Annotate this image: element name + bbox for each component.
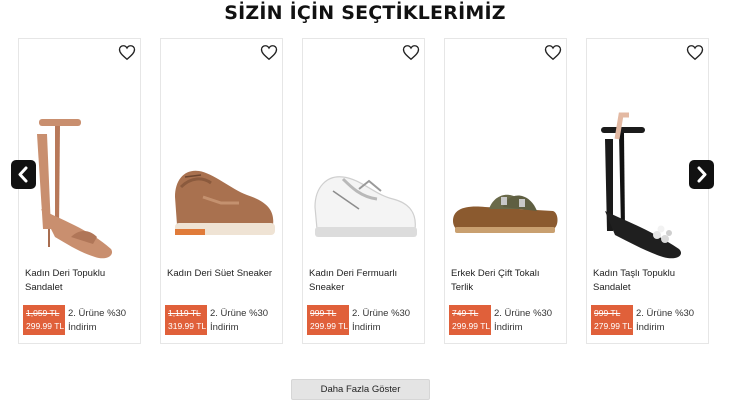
sale-price: 299.99 TL <box>310 321 349 331</box>
load-more-button[interactable]: Daha Fazla Göster <box>291 379 430 400</box>
product-name[interactable]: Kadın Taşlı Topuklu Sandalet <box>593 267 705 295</box>
promo-text: 2. Ürüne %30 İndirim <box>636 308 695 333</box>
price-badge: 749 TL 299.99 TL <box>449 305 491 335</box>
promo-text: 2. Ürüne %30 İndirim <box>352 308 411 333</box>
sale-price: 299.99 TL <box>452 321 491 331</box>
carousel-prev-button[interactable] <box>11 160 36 189</box>
promo-text: 2. Ürüne %30 İndirim <box>494 308 553 333</box>
price-badge: 999 TL 299.99 TL <box>307 305 349 335</box>
heart-outline-icon[interactable] <box>402 44 420 61</box>
product-image-suede-sneaker[interactable] <box>161 79 282 264</box>
old-price: 999 TL <box>310 308 337 318</box>
chevron-right-icon <box>697 166 707 183</box>
product-name[interactable]: Kadın Deri Topuklu Sandalet <box>25 267 137 295</box>
price-badge: 1,059 TL 299.99 TL <box>23 305 65 335</box>
promo-text: 2. Ürüne %30 İndirim <box>210 308 269 333</box>
old-price: 749 TL <box>452 308 479 318</box>
product-card[interactable]: Kadın Taşlı Topuklu Sandalet 999 TL 279.… <box>586 38 709 344</box>
sale-price: 279.99 TL <box>594 321 633 331</box>
old-price: 1,059 TL <box>26 308 60 318</box>
product-card[interactable]: Kadın Deri Fermuarlı Sneaker 999 TL 299.… <box>302 38 425 344</box>
product-image-nude-heeled-sandal[interactable] <box>19 79 140 264</box>
heart-outline-icon[interactable] <box>544 44 562 61</box>
product-card[interactable]: Kadın Deri Topuklu Sandalet 1,059 TL 299… <box>18 38 141 344</box>
old-price: 999 TL <box>594 308 621 318</box>
heart-outline-icon[interactable] <box>686 44 704 61</box>
old-price: 1,119 TL <box>168 308 201 318</box>
product-card[interactable]: Erkek Deri Çift Tokalı Terlik 749 TL 299… <box>444 38 567 344</box>
product-name[interactable]: Kadın Deri Süet Sneaker <box>167 267 279 281</box>
section-title: SİZİN İÇİN SEÇTİKLERİMİZ <box>224 2 506 24</box>
price-badge: 1,119 TL 319.99 TL <box>165 305 207 335</box>
carousel-next-button[interactable] <box>689 160 714 189</box>
chevron-left-icon <box>18 166 28 183</box>
promo-text: 2. Ürüne %30 İndirim <box>68 308 127 333</box>
price-badge: 999 TL 279.99 TL <box>591 305 633 335</box>
heart-outline-icon[interactable] <box>118 44 136 61</box>
product-image-double-buckle-slide[interactable] <box>445 79 566 264</box>
product-name[interactable]: Kadın Deri Fermuarlı Sneaker <box>309 267 421 295</box>
product-name[interactable]: Erkek Deri Çift Tokalı Terlik <box>451 267 563 295</box>
product-image-white-zip-sneaker[interactable] <box>303 79 424 264</box>
sale-price: 319.99 TL <box>168 321 207 331</box>
heart-outline-icon[interactable] <box>260 44 278 61</box>
sale-price: 299.99 TL <box>26 321 65 331</box>
product-carousel: Kadın Deri Topuklu Sandalet 1,059 TL 299… <box>18 38 713 344</box>
product-card[interactable]: Kadın Deri Süet Sneaker 1,119 TL 319.99 … <box>160 38 283 344</box>
